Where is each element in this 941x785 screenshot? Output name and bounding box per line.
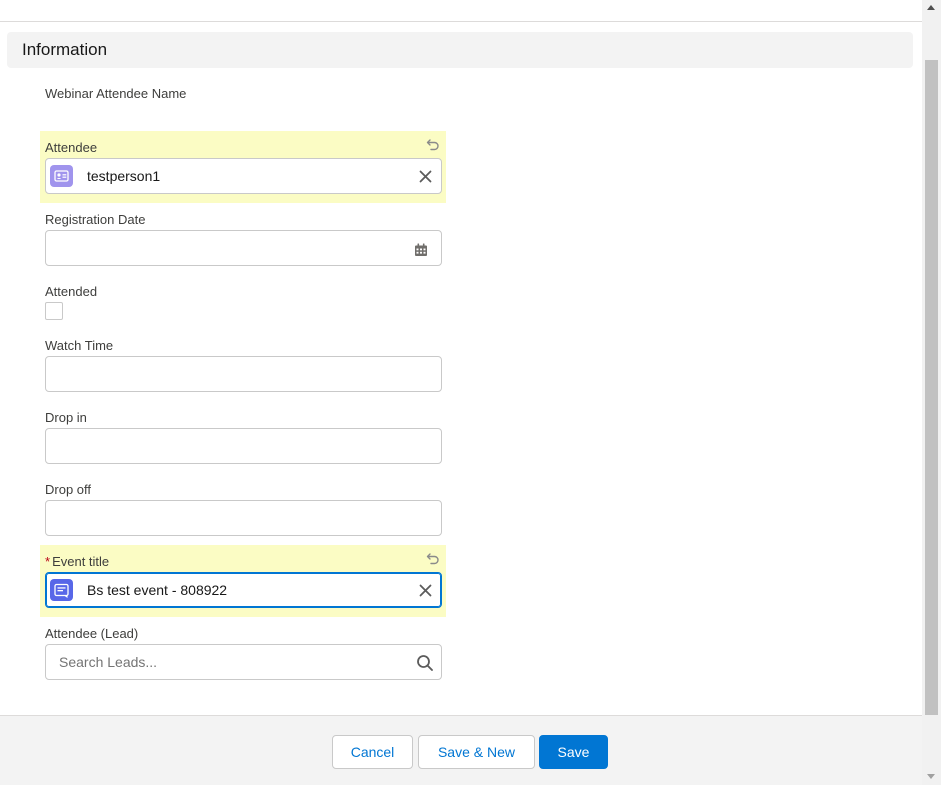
attendee-lead-search-input[interactable]: Search Leads... bbox=[45, 644, 442, 680]
required-marker: * bbox=[45, 554, 51, 569]
event-title-lookup-field[interactable]: Bs test event - 808922 bbox=[45, 572, 442, 608]
top-divider bbox=[0, 21, 922, 22]
cancel-button[interactable]: Cancel bbox=[332, 735, 413, 769]
registration-date-label: Registration Date bbox=[45, 212, 146, 227]
event-record-icon bbox=[50, 579, 73, 601]
drop-in-input[interactable] bbox=[45, 428, 442, 464]
undo-icon[interactable] bbox=[426, 551, 440, 565]
scroll-up-arrow-icon[interactable] bbox=[927, 5, 935, 10]
watch-time-input[interactable] bbox=[45, 356, 442, 392]
clear-attendee-icon[interactable] bbox=[419, 170, 432, 183]
vertical-scrollbar[interactable] bbox=[922, 0, 941, 785]
form-footer: Cancel Save & New Save bbox=[0, 715, 922, 785]
registration-date-input[interactable] bbox=[45, 230, 442, 266]
section-title: Information bbox=[22, 40, 108, 59]
attendee-lead-label: Attendee (Lead) bbox=[45, 626, 139, 641]
calendar-icon[interactable] bbox=[414, 243, 428, 257]
save-and-new-button[interactable]: Save & New bbox=[418, 735, 535, 769]
contact-card-icon bbox=[50, 165, 73, 187]
undo-icon[interactable] bbox=[426, 137, 440, 151]
scrollbar-thumb[interactable] bbox=[925, 60, 938, 715]
event-title-label: * Event title bbox=[45, 554, 109, 569]
attendee-value: testperson1 bbox=[87, 168, 161, 184]
section-header[interactable]: Information bbox=[7, 32, 913, 68]
attended-checkbox[interactable] bbox=[45, 302, 63, 320]
attended-label: Attended bbox=[45, 284, 98, 299]
attendee-lookup-field[interactable]: testperson1 bbox=[45, 158, 442, 194]
edit-record-form: Information Webinar Attendee Name Attend… bbox=[0, 0, 941, 785]
save-button[interactable]: Save bbox=[539, 735, 608, 769]
event-title-label-text: Event title bbox=[52, 554, 110, 569]
search-icon[interactable] bbox=[416, 654, 434, 672]
clear-event-title-icon[interactable] bbox=[419, 584, 432, 597]
watch-time-label: Watch Time bbox=[45, 338, 114, 353]
drop-off-input[interactable] bbox=[45, 500, 442, 536]
scroll-down-arrow-icon[interactable] bbox=[927, 774, 935, 779]
drop-off-label: Drop off bbox=[45, 482, 92, 497]
attendee-label: Attendee bbox=[45, 140, 98, 155]
search-leads-placeholder: Search Leads... bbox=[59, 654, 158, 670]
webinar-attendee-name-label: Webinar Attendee Name bbox=[45, 86, 187, 101]
drop-in-label: Drop in bbox=[45, 410, 87, 425]
event-title-value: Bs test event - 808922 bbox=[87, 582, 228, 598]
